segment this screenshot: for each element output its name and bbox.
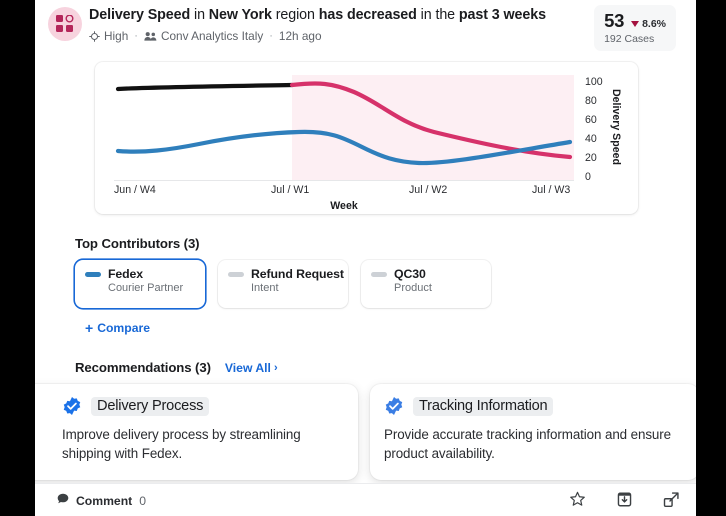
plus-icon: +: [85, 320, 94, 336]
contributor-type: Courier Partner: [108, 282, 184, 294]
stat-delta-value: 8.6%: [642, 18, 666, 30]
status-badge: 53 8.6% 192 Cases: [594, 5, 676, 51]
team-indicator: Conv Analytics Italy: [144, 28, 263, 44]
chart-plot-area: [114, 75, 574, 180]
target-icon: [89, 30, 100, 42]
arrow-down-icon: [631, 21, 640, 27]
x-tick-label: Jul / W1: [271, 184, 310, 196]
recommendations-header: Recommendations (3) View All ›: [75, 360, 278, 375]
x-tick-label: Jul / W3: [532, 184, 571, 196]
recommendation-title-row: Tracking Information: [384, 396, 685, 416]
team-label: Conv Analytics Italy: [160, 29, 264, 43]
stat-value: 53: [604, 10, 625, 31]
recommendation-title-row: Delivery Process: [62, 396, 344, 416]
series-swatch-icon: [85, 271, 101, 277]
verified-badge-icon: [384, 396, 404, 416]
metadata-row: High · Conv Analytics Italy · 12h ago: [89, 28, 322, 44]
comment-button[interactable]: Comment 0: [57, 493, 146, 508]
y-tick-label: 60: [585, 114, 597, 126]
contributor-name: QC30: [394, 267, 426, 281]
title-segment: has decreased: [318, 7, 417, 23]
chart-x-axis: [114, 180, 574, 181]
contributor-name: Refund Request: [251, 267, 344, 281]
contributor-type: Intent: [251, 282, 279, 294]
meta-separator: ·: [269, 30, 273, 42]
contributor-card-qc30[interactable]: QC30 Product: [361, 260, 491, 308]
recommendation-body: Improve delivery process by streamlining…: [62, 427, 301, 461]
title-segment: region: [271, 7, 319, 23]
insight-card: Delivery Speed in New York region has de…: [35, 0, 696, 516]
series-delivery-speed-line: [289, 81, 573, 160]
x-tick-label: Jul / W2: [409, 184, 448, 196]
chevron-right-icon: ›: [273, 362, 278, 374]
compare-label: Compare: [97, 321, 151, 335]
expand-icon[interactable]: [663, 491, 680, 513]
verified-badge-icon: [62, 396, 82, 416]
title-segment: Delivery Speed: [89, 7, 191, 23]
contributor-card-refund-request[interactable]: Refund Request Intent: [218, 260, 348, 308]
card-footer: Comment 0: [35, 483, 696, 516]
timestamp: 12h ago: [278, 29, 322, 43]
title-segment: in the: [416, 7, 459, 23]
recommendation-card-tracking-information[interactable]: Tracking Information Provide accurate tr…: [370, 384, 696, 480]
avatar: [48, 7, 82, 41]
contributor-type: Product: [394, 282, 432, 294]
view-all-label: View All: [224, 361, 271, 375]
chart-card: Jun / W4 Jul / W1 Jul / W2 Jul / W3 Week…: [95, 62, 638, 214]
contributor-card-top: Refund Request: [228, 267, 344, 281]
screen-root: Delivery Speed in New York region has de…: [0, 0, 726, 516]
y-tick-label: 80: [585, 95, 597, 107]
comment-label: Comment: [76, 493, 133, 508]
y-tick-label: 100: [585, 76, 603, 88]
stat-subtitle: 192 Cases: [604, 33, 655, 45]
chart-lines: [115, 81, 573, 166]
priority-indicator: High: [89, 28, 128, 44]
people-group-icon: [144, 31, 157, 42]
download-box-icon[interactable]: [616, 491, 633, 513]
x-tick-label: Jun / W4: [114, 184, 156, 196]
title-segment: past 3 weeks: [458, 7, 546, 23]
comment-bubble-icon: [57, 493, 69, 508]
recommendation-body: Provide accurate tracking information an…: [384, 427, 671, 461]
recommendation-title: Delivery Process: [91, 396, 210, 416]
contributors-list: Fedex Courier Partner Refund Request Int…: [75, 260, 491, 308]
contributor-card-fedex[interactable]: Fedex Courier Partner: [75, 260, 205, 308]
y-tick-label: 0: [585, 171, 591, 183]
recommendation-card-inner: Tracking Information Provide accurate tr…: [384, 396, 685, 463]
contributor-card-top: QC30: [371, 267, 481, 281]
contributor-card-top: Fedex: [85, 267, 195, 281]
card-header: Delivery Speed in New York region has de…: [35, 0, 696, 56]
recommendation-title: Tracking Information: [413, 396, 554, 416]
comment-count: 0: [139, 493, 146, 508]
top-contributors-heading: Top Contributors (3): [75, 236, 200, 251]
y-tick-label: 40: [585, 133, 597, 145]
recommendation-card-delivery-process[interactable]: Delivery Process Improve delivery proces…: [35, 384, 358, 480]
title-segment: New York: [208, 7, 272, 23]
series-swatch-icon: [371, 271, 387, 277]
y-tick-label: 20: [585, 152, 597, 164]
recommendations-heading: Recommendations (3): [75, 360, 211, 375]
stat-top-row: 53 8.6%: [604, 10, 666, 32]
title-segment: in: [190, 7, 209, 23]
page-title: Delivery Speed in New York region has de…: [89, 6, 589, 24]
priority-label: High: [104, 29, 129, 43]
stat-delta: 8.6%: [631, 18, 666, 30]
view-all-button[interactable]: View All ›: [225, 361, 278, 375]
series-swatch-icon: [228, 271, 244, 277]
compare-button[interactable]: + Compare: [85, 321, 150, 335]
star-icon[interactable]: [569, 491, 586, 513]
meta-separator: ·: [134, 30, 138, 42]
y-axis-title: Delivery Speed: [610, 88, 622, 165]
contributor-name: Fedex: [108, 267, 144, 281]
footer-actions: [569, 491, 680, 513]
x-axis-title: Week: [330, 200, 358, 212]
recommendation-card-inner: Delivery Process Improve delivery proces…: [35, 396, 344, 463]
series-historical-line: [115, 82, 295, 92]
